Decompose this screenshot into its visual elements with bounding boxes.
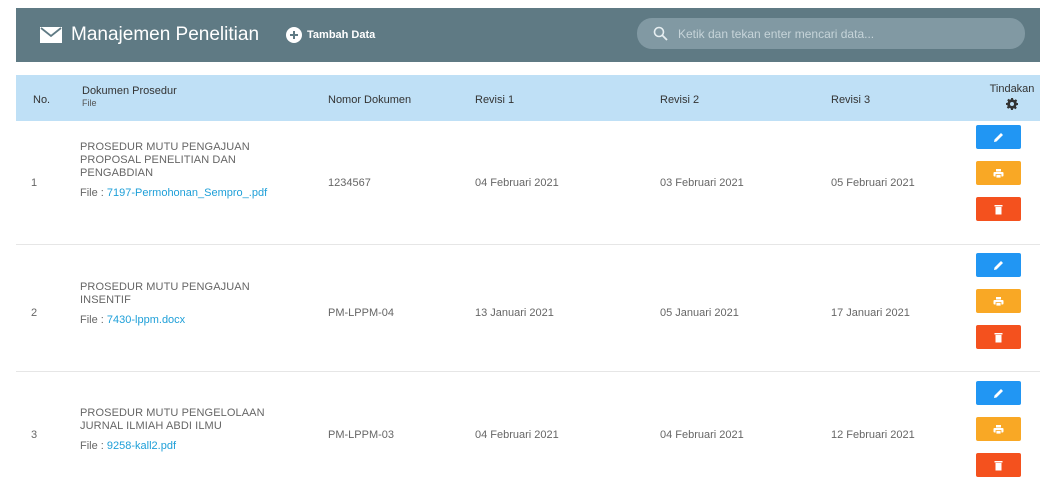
add-data-button[interactable]: Tambah Data — [286, 27, 375, 43]
pencil-icon — [994, 260, 1003, 270]
column-header-document: Dokumen Prosedur File — [82, 85, 177, 109]
search-icon — [653, 26, 668, 41]
file-line: File : 7430-lppm.docx — [80, 314, 295, 327]
top-bar: Manajemen Penelitian Tambah Data — [16, 8, 1040, 62]
file-line: File : 9258-kall2.pdf — [80, 440, 295, 453]
column-header-actions: Tindakan — [988, 83, 1036, 110]
print-button[interactable] — [976, 289, 1021, 313]
file-prefix: File : — [80, 314, 107, 326]
delete-button[interactable] — [976, 453, 1021, 477]
pencil-icon — [994, 388, 1003, 398]
column-header-revisi-3: Revisi 3 — [831, 94, 871, 106]
plus-circle-icon — [286, 27, 303, 43]
document-number: PM-LPPM-04 — [328, 307, 395, 319]
file-prefix: File : — [80, 187, 107, 199]
row-actions — [976, 253, 1021, 361]
add-data-label: Tambah Data — [307, 29, 376, 41]
column-header-document-label: Dokumen Prosedur — [82, 85, 177, 97]
trash-icon — [994, 460, 1003, 470]
print-button[interactable] — [976, 161, 1021, 185]
revision-2-date: 05 Januari 2021 — [660, 307, 739, 319]
pencil-icon — [994, 132, 1003, 142]
delete-button[interactable] — [976, 325, 1021, 349]
trash-icon — [994, 332, 1003, 342]
print-button[interactable] — [976, 417, 1021, 441]
brand: Manajemen Penelitian — [40, 24, 259, 46]
table-row: 2 PROSEDUR MUTU PENGAJUAN INSENTIF File … — [16, 245, 1040, 372]
search-box[interactable] — [637, 18, 1025, 49]
table-header: No. Dokumen Prosedur File Nomor Dokumen … — [16, 75, 1040, 121]
edit-button[interactable] — [976, 125, 1021, 149]
row-number: 2 — [31, 307, 38, 319]
document-name: PROSEDUR MUTU PENGAJUAN INSENTIF — [80, 281, 250, 306]
revision-3-date: 12 Februari 2021 — [831, 429, 915, 441]
edit-button[interactable] — [976, 381, 1021, 405]
document-number: PM-LPPM-03 — [328, 429, 395, 441]
column-header-actions-label: Tindakan — [989, 83, 1035, 95]
revision-1-date: 04 Februari 2021 — [475, 429, 559, 441]
revision-1-date: 04 Februari 2021 — [475, 177, 559, 189]
table-row: 1 PROSEDUR MUTU PENGAJUAN PROPOSAL PENEL… — [16, 121, 1040, 245]
edit-button[interactable] — [976, 253, 1021, 277]
printer-icon — [993, 424, 1004, 434]
document-name: PROSEDUR MUTU PENGAJUAN PROPOSAL PENELIT… — [80, 141, 250, 179]
document-name: PROSEDUR MUTU PENGELOLAAN JURNAL ILMIAH … — [80, 407, 265, 432]
gear-icon[interactable] — [1006, 98, 1018, 110]
printer-icon — [993, 296, 1004, 306]
page-title: Manajemen Penelitian — [71, 24, 260, 45]
file-link[interactable]: 9258-kall2.pdf — [107, 440, 176, 452]
file-prefix: File : — [80, 440, 107, 452]
row-number: 1 — [31, 177, 38, 189]
column-header-no: No. — [33, 94, 51, 106]
column-header-nomor: Nomor Dokumen — [328, 94, 412, 106]
revision-2-date: 03 Februari 2021 — [660, 177, 744, 189]
document-number: 1234567 — [328, 177, 371, 189]
row-actions — [976, 381, 1021, 489]
row-actions — [976, 125, 1021, 233]
document-cell: PROSEDUR MUTU PENGELOLAAN JURNAL ILMIAH … — [80, 407, 295, 453]
file-link[interactable]: 7430-lppm.docx — [107, 314, 185, 326]
document-cell: PROSEDUR MUTU PENGAJUAN INSENTIF File : … — [80, 281, 295, 327]
column-header-revisi-1: Revisi 1 — [475, 94, 515, 106]
file-link[interactable]: 7197-Permohonan_Sempro_.pdf — [107, 187, 267, 199]
trash-icon — [994, 204, 1003, 214]
revision-3-date: 05 Februari 2021 — [831, 177, 915, 189]
revision-2-date: 04 Februari 2021 — [660, 429, 744, 441]
column-header-revisi-2: Revisi 2 — [660, 94, 700, 106]
search-input[interactable] — [678, 26, 1008, 41]
mail-icon — [40, 27, 62, 43]
table-row: 3 PROSEDUR MUTU PENGELOLAAN JURNAL ILMIA… — [16, 372, 1040, 492]
file-line: File : 7197-Permohonan_Sempro_.pdf — [80, 187, 295, 200]
document-cell: PROSEDUR MUTU PENGAJUAN PROPOSAL PENELIT… — [80, 141, 295, 200]
row-number: 3 — [31, 429, 38, 441]
revision-1-date: 13 Januari 2021 — [475, 307, 554, 319]
printer-icon — [993, 168, 1004, 178]
delete-button[interactable] — [976, 197, 1021, 221]
column-header-file-label: File — [82, 98, 97, 108]
revision-3-date: 17 Januari 2021 — [831, 307, 910, 319]
